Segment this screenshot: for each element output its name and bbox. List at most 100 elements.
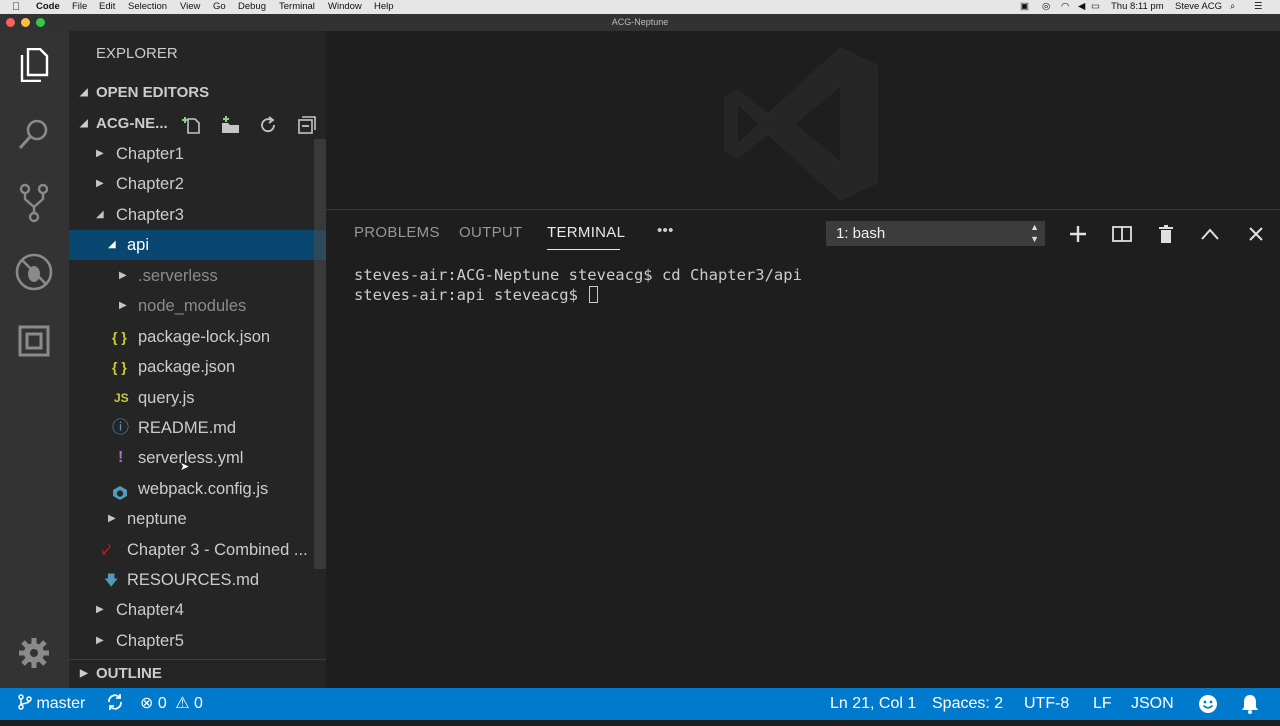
expanded-chevron-icon: ◢ [96, 209, 104, 220]
branch-status[interactable]: master [18, 688, 85, 720]
plus-icon [1070, 226, 1086, 242]
menu-view[interactable]: View [180, 0, 200, 14]
notification-center-icon[interactable]: ☰ [1254, 0, 1263, 14]
terminal-prompt-line[interactable]: steves-air:api steveacg$ [354, 286, 599, 304]
tree-item-label: Chapter4 [116, 601, 184, 619]
extensions-activity[interactable] [14, 321, 54, 361]
tab-problems[interactable]: PROBLEMS [354, 224, 440, 241]
tab-terminal[interactable]: TERMINAL [547, 224, 625, 241]
feedback-button[interactable] [1198, 694, 1218, 726]
close-panel-button[interactable] [1244, 222, 1268, 246]
tree-item-label: Chapter 3 - Combined ... [127, 541, 308, 559]
more-actions-button[interactable]: ••• [657, 222, 674, 239]
collapsed-chevron-icon: ▶ [108, 513, 116, 524]
menubar-user[interactable]: Steve ACG [1175, 0, 1222, 14]
menu-selection[interactable]: Selection [128, 0, 167, 14]
new-terminal-button[interactable] [1066, 222, 1090, 246]
mac-menubar:  Code File Edit Selection View Go Debug… [0, 0, 1280, 14]
menu-go[interactable]: Go [213, 0, 226, 14]
tree-item-label: Chapter5 [116, 632, 184, 650]
menu-terminal[interactable]: Terminal [279, 0, 315, 14]
wifi-icon[interactable]: ◠ [1061, 0, 1069, 14]
gear-icon [19, 638, 49, 668]
tree-file-query-js[interactable]: JS query.js [69, 383, 313, 413]
extensions-icon [18, 325, 50, 357]
tree-file-readme[interactable]: ⓘ README.md [69, 413, 313, 443]
debug-activity[interactable] [14, 252, 54, 292]
source-control-activity[interactable] [14, 183, 54, 223]
tree-folder-api[interactable]: ◢ api [69, 230, 326, 260]
minimize-window-button[interactable] [21, 18, 30, 27]
search-activity[interactable] [14, 114, 54, 154]
menu-edit[interactable]: Edit [99, 0, 115, 14]
error-count: 0 [157, 695, 167, 712]
tree-item-label: .serverless [138, 267, 218, 285]
menu-debug[interactable]: Debug [238, 0, 266, 14]
tree-folder-chapter1[interactable]: ▶ Chapter1 [69, 139, 313, 169]
close-window-button[interactable] [6, 18, 15, 27]
terminal-select[interactable]: 1: bash ▲ ▼ [826, 221, 1045, 246]
chevron-up-icon [1201, 228, 1219, 240]
tree-item-label: README.md [138, 419, 237, 437]
editor-area[interactable] [326, 31, 1280, 209]
tree-folder-chapter4[interactable]: ▶ Chapter4 [69, 595, 313, 625]
tree-folder-chapter3[interactable]: ◢ Chapter3 [69, 200, 313, 230]
tree-folder-serverless[interactable]: ▶ .serverless [69, 261, 313, 291]
tree-folder-neptune[interactable]: ▶ neptune [69, 504, 313, 534]
problems-status[interactable]: ⊗ 0 ⚠ 0 [140, 688, 203, 720]
cursor-position[interactable]: Ln 21, Col 1 [830, 688, 916, 720]
language-mode[interactable]: JSON [1131, 688, 1174, 720]
sync-button[interactable] [106, 688, 124, 720]
indentation-status[interactable]: Spaces: 2 [932, 688, 1003, 720]
maximize-panel-button[interactable] [1198, 222, 1222, 246]
kill-terminal-button[interactable] [1154, 222, 1178, 246]
tab-output[interactable]: OUTPUT [459, 224, 522, 241]
tree-file-serverless-yml[interactable]: ! serverless.yml ➤ [69, 443, 313, 473]
tree-file-webpack-config[interactable]: webpack.config.js [69, 474, 313, 504]
manage-activity[interactable] [14, 633, 54, 673]
tree-folder-chapter2[interactable]: ▶ Chapter2 [69, 169, 313, 199]
window-title: ACG-Neptune [611, 17, 669, 27]
expand-chevron-icon: ◢ [80, 118, 88, 129]
apple-icon[interactable]:  [12, 0, 20, 14]
tree-file-package-lock[interactable]: { } package-lock.json [69, 322, 313, 352]
explorer-sidebar: EXPLORER ◢ OPEN EDITORS ◢ ACG-NE... ▶ Ch… [69, 31, 326, 688]
warning-count: 0 [194, 695, 203, 712]
tree-file-package-json[interactable]: { } package.json [69, 352, 313, 382]
branch-name: master [36, 695, 86, 712]
search-icon [18, 119, 48, 150]
eol-status[interactable]: LF [1093, 688, 1112, 720]
tree-item-label: Chapter1 [116, 145, 184, 163]
sync-status-icon[interactable]: ◎ [1042, 0, 1050, 14]
encoding-status[interactable]: UTF-8 [1024, 688, 1069, 720]
tree-item-label: query.js [138, 389, 195, 407]
open-editors-section[interactable]: ◢ OPEN EDITORS [69, 79, 326, 107]
battery-icon[interactable]: ▭ [1091, 0, 1100, 14]
menu-file[interactable]: File [72, 0, 87, 14]
menu-window[interactable]: Window [328, 0, 362, 14]
zoom-window-button[interactable] [36, 18, 45, 27]
warning-icon: ⚠ [175, 695, 190, 712]
explorer-scrollbar[interactable] [314, 139, 326, 569]
tree-file-resources-md[interactable]: 🡇 RESOURCES.md [69, 565, 313, 595]
tree-file-chapter3-pdf[interactable]: ⤦ Chapter 3 - Combined ... [69, 535, 313, 565]
menu-help[interactable]: Help [374, 0, 394, 14]
spotlight-search-icon[interactable]: ⌕ [1230, 0, 1235, 14]
menu-app-name[interactable]: Code [36, 0, 60, 14]
tree-item-label: package.json [138, 358, 236, 376]
outline-section[interactable]: ▶ OUTLINE [69, 659, 326, 687]
folder-section[interactable]: ◢ ACG-NE... [69, 110, 326, 138]
json-file-icon: { } [112, 329, 127, 345]
volume-icon[interactable]: ◀ [1078, 0, 1085, 14]
notifications-button[interactable] [1241, 694, 1259, 726]
split-icon [1112, 226, 1132, 242]
explorer-activity[interactable] [14, 45, 54, 85]
tree-folder-node-modules[interactable]: ▶ node_modules [69, 291, 313, 321]
tree-item-label: Chapter3 [116, 206, 184, 224]
camera-icon[interactable]: ▣ [1020, 0, 1029, 14]
tree-folder-chapter5[interactable]: ▶ Chapter5 [69, 626, 313, 656]
split-terminal-button[interactable] [1110, 222, 1134, 246]
terminal-prompt: steves-air:api steveacg$ [354, 286, 588, 304]
info-file-icon: ⓘ [112, 418, 129, 437]
menubar-clock[interactable]: Thu 8:11 pm [1111, 0, 1164, 14]
